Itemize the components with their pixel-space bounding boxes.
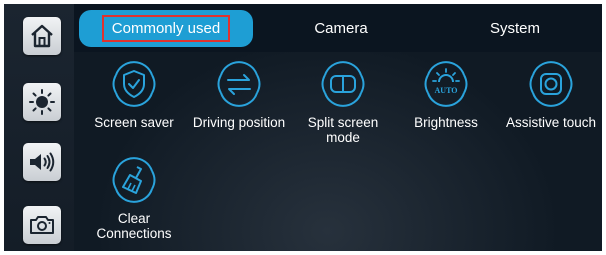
- tab-label: Camera: [314, 20, 368, 37]
- auto-brightness-icon: AUTO: [424, 61, 468, 107]
- broom-icon: [112, 157, 156, 203]
- tab-camera[interactable]: Camera: [256, 10, 426, 47]
- auto-badge: AUTO: [435, 86, 458, 95]
- home-button[interactable]: [23, 17, 61, 55]
- item-label: Clear Connections: [96, 211, 172, 241]
- item-label: Split screen mode: [307, 115, 379, 145]
- sidebar: [4, 4, 74, 251]
- shield-check-icon: [112, 61, 156, 107]
- clear-connections-item[interactable]: Clear Connections: [82, 156, 186, 241]
- brightness-icon: [29, 89, 55, 115]
- volume-icon: [30, 152, 55, 172]
- item-label: Assistive touch: [505, 115, 597, 130]
- assistive-touch-item[interactable]: Assistive touch: [499, 60, 602, 130]
- home-icon: [31, 24, 53, 48]
- settings-screen: Commonly used Camera System Screen saver: [4, 4, 602, 251]
- brightness-button[interactable]: [23, 83, 61, 121]
- tab-bar: Commonly used Camera System: [74, 4, 602, 52]
- driving-position-item[interactable]: Driving position: [187, 60, 291, 130]
- item-label: Driving position: [192, 115, 286, 130]
- swap-arrows-icon: [217, 61, 261, 107]
- split-screen-item[interactable]: Split screen mode: [291, 60, 395, 145]
- main-panel: Commonly used Camera System Screen saver: [74, 4, 602, 251]
- camera-button[interactable]: [23, 206, 61, 244]
- tab-label: System: [489, 20, 540, 37]
- volume-button[interactable]: [23, 143, 61, 181]
- item-label: Screen saver: [94, 115, 174, 130]
- tab-system[interactable]: System: [430, 10, 600, 47]
- camera-icon: [30, 216, 54, 234]
- split-screen-icon: [321, 61, 365, 107]
- item-label: Brightness: [414, 115, 478, 130]
- assistive-touch-icon: [529, 61, 573, 107]
- screen-saver-item[interactable]: Screen saver: [82, 60, 186, 130]
- tab-commonly-used[interactable]: Commonly used: [79, 10, 253, 47]
- tab-label: Commonly used: [101, 15, 231, 42]
- brightness-item[interactable]: AUTO Brightness: [394, 60, 498, 130]
